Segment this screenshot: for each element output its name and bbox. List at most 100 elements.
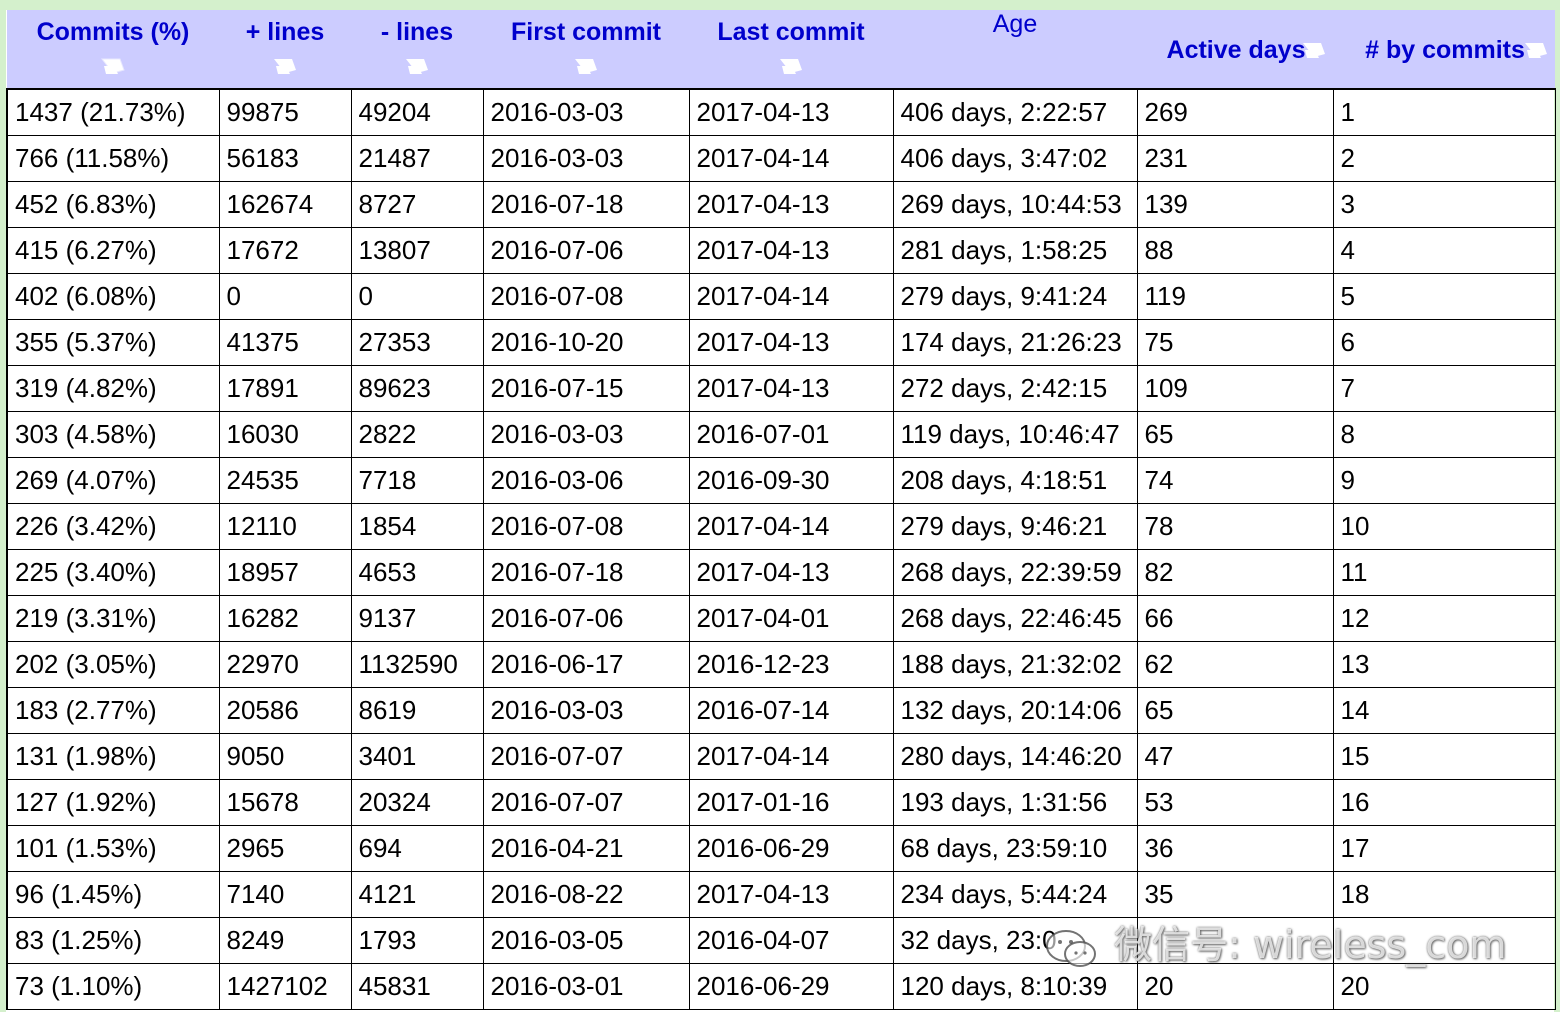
- lines-added-cell: 20586: [218, 687, 352, 734]
- first-commit-cell: 2016-03-06: [482, 457, 690, 504]
- rank-cell: 18: [1332, 871, 1556, 918]
- lines-removed-cell: 0: [350, 273, 484, 320]
- active-days-cell: [1136, 917, 1334, 964]
- lines-removed-cell: 7718: [350, 457, 484, 504]
- active-days-cell: 231: [1136, 135, 1334, 182]
- last-commit-cell: 2017-04-13: [688, 181, 894, 228]
- lines-added-cell: 22970: [218, 641, 352, 688]
- first-commit-cell: 2016-08-22: [482, 871, 690, 918]
- lines-removed-cell: 21487: [350, 135, 484, 182]
- lines-added-cell: 16282: [218, 595, 352, 642]
- header-label: - lines: [380, 18, 454, 46]
- last-commit-cell: 2017-04-13: [688, 871, 894, 918]
- last-commit-cell: 2016-12-23: [688, 641, 894, 688]
- rank-cell: 17: [1332, 825, 1556, 872]
- commits-cell: 202 (3.05%): [6, 641, 220, 688]
- last-commit-cell: 2017-04-14: [688, 733, 894, 780]
- commits-cell: 452 (6.83%): [6, 181, 220, 228]
- last-commit-cell: 2017-04-13: [688, 549, 894, 596]
- active-days-cell: 65: [1136, 687, 1334, 734]
- lines-removed-cell: 1854: [350, 503, 484, 550]
- lines-added-cell: 8249: [218, 917, 352, 964]
- table-row: 73 (1.10%) 1427102 45831 2016-03-01 2016-06-…: [6, 963, 1556, 1010]
- table-row: 355 (5.37%) 41375 27353 2016-10-20 2017-04-1…: [6, 319, 1556, 366]
- first-commit-cell: 2016-07-08: [482, 503, 690, 550]
- last-commit-cell: 2017-04-14: [688, 503, 894, 550]
- lines-removed-cell: 1132590: [350, 641, 484, 688]
- first-commit-cell: 2016-07-06: [482, 595, 690, 642]
- sort-arrow-icon[interactable]: [272, 56, 298, 76]
- age-cell: 281 days, 1:58:25: [892, 227, 1138, 274]
- header-label: Last commit: [717, 18, 865, 46]
- header-lines-added[interactable]: + lines: [219, 10, 351, 89]
- lines-added-cell: 15678: [218, 779, 352, 826]
- table-row: 402 (6.08%) 0 0 2016-07-08 2017-04-14 279 day…: [6, 273, 1556, 320]
- sort-arrow-icon[interactable]: [1523, 40, 1549, 60]
- commits-cell: 402 (6.08%): [6, 273, 220, 320]
- first-commit-cell: 2016-07-18: [482, 549, 690, 596]
- header-label: Age: [992, 10, 1038, 38]
- age-cell: 68 days, 23:59:10: [892, 825, 1138, 872]
- lines-removed-cell: 1793: [350, 917, 484, 964]
- sort-arrow-icon[interactable]: [778, 56, 804, 76]
- commits-cell: 96 (1.45%): [6, 871, 220, 918]
- age-cell: 268 days, 22:46:45: [892, 595, 1138, 642]
- active-days-cell: 78: [1136, 503, 1334, 550]
- last-commit-cell: 2016-07-01: [688, 411, 894, 458]
- sort-arrow-icon[interactable]: [573, 56, 599, 76]
- header-first-commit[interactable]: First commit: [483, 10, 689, 89]
- last-commit-cell: 2016-07-14: [688, 687, 894, 734]
- header-last-commit[interactable]: Last commit: [689, 10, 893, 89]
- first-commit-cell: 2016-03-03: [482, 88, 690, 136]
- rank-cell: 9: [1332, 457, 1556, 504]
- commits-cell: 319 (4.82%): [6, 365, 220, 412]
- rank-cell: 2: [1332, 135, 1556, 182]
- age-cell: 188 days, 21:32:02: [892, 641, 1138, 688]
- last-commit-cell: 2017-04-01: [688, 595, 894, 642]
- lines-removed-cell: 9137: [350, 595, 484, 642]
- header-lines-removed[interactable]: - lines: [351, 10, 483, 89]
- commits-cell: 415 (6.27%): [6, 227, 220, 274]
- first-commit-cell: 2016-07-08: [482, 273, 690, 320]
- age-cell: 32 days, 23:0: [892, 917, 1138, 964]
- lines-added-cell: 12110: [218, 503, 352, 550]
- first-commit-cell: 2016-03-01: [482, 963, 690, 1010]
- commits-cell: 766 (11.58%): [6, 135, 220, 182]
- active-days-cell: 119: [1136, 273, 1334, 320]
- table-row: 202 (3.05%) 22970 1132590 2016-06-17 2016-12…: [6, 641, 1556, 688]
- last-commit-cell: 2017-04-14: [688, 135, 894, 182]
- commits-cell: 73 (1.10%): [6, 963, 220, 1010]
- table-row: 219 (3.31%) 16282 9137 2016-07-06 2017-04-01…: [6, 595, 1556, 642]
- lines-added-cell: 56183: [218, 135, 352, 182]
- table-row: 96 (1.45%) 7140 4121 2016-08-22 2017-04-13 23…: [6, 871, 1556, 918]
- header-rank-by-commits[interactable]: # by commits: [1333, 10, 1555, 89]
- lines-added-cell: 41375: [218, 319, 352, 366]
- active-days-cell: 82: [1136, 549, 1334, 596]
- first-commit-cell: 2016-07-06: [482, 227, 690, 274]
- table-row: 415 (6.27%) 17672 13807 2016-07-06 2017-04-1…: [6, 227, 1556, 274]
- table-row: 83 (1.25%) 8249 1793 2016-03-05 2016-04-07 32…: [6, 917, 1556, 964]
- sort-arrow-icon[interactable]: [1301, 40, 1327, 60]
- header-label: + lines: [245, 18, 325, 46]
- lines-added-cell: 1427102: [218, 963, 352, 1010]
- age-cell: 406 days, 3:47:02: [892, 135, 1138, 182]
- commits-cell: 131 (1.98%): [6, 733, 220, 780]
- header-commits[interactable]: Commits (%): [7, 10, 219, 89]
- active-days-cell: 47: [1136, 733, 1334, 780]
- last-commit-cell: 2017-04-13: [688, 365, 894, 412]
- sort-arrow-icon[interactable]: [100, 56, 126, 76]
- rank-cell: 3: [1332, 181, 1556, 228]
- lines-removed-cell: 2822: [350, 411, 484, 458]
- rank-cell: [1332, 917, 1556, 964]
- lines-removed-cell: 3401: [350, 733, 484, 780]
- header-active-days[interactable]: Active days: [1137, 10, 1333, 89]
- active-days-cell: 36: [1136, 825, 1334, 872]
- rank-cell: 7: [1332, 365, 1556, 412]
- commits-cell: 219 (3.31%): [6, 595, 220, 642]
- sort-arrow-icon[interactable]: [404, 56, 430, 76]
- commits-cell: 269 (4.07%): [6, 457, 220, 504]
- header-age: Age: [893, 10, 1137, 89]
- rank-cell: 12: [1332, 595, 1556, 642]
- lines-added-cell: 99875: [218, 88, 352, 136]
- lines-removed-cell: 89623: [350, 365, 484, 412]
